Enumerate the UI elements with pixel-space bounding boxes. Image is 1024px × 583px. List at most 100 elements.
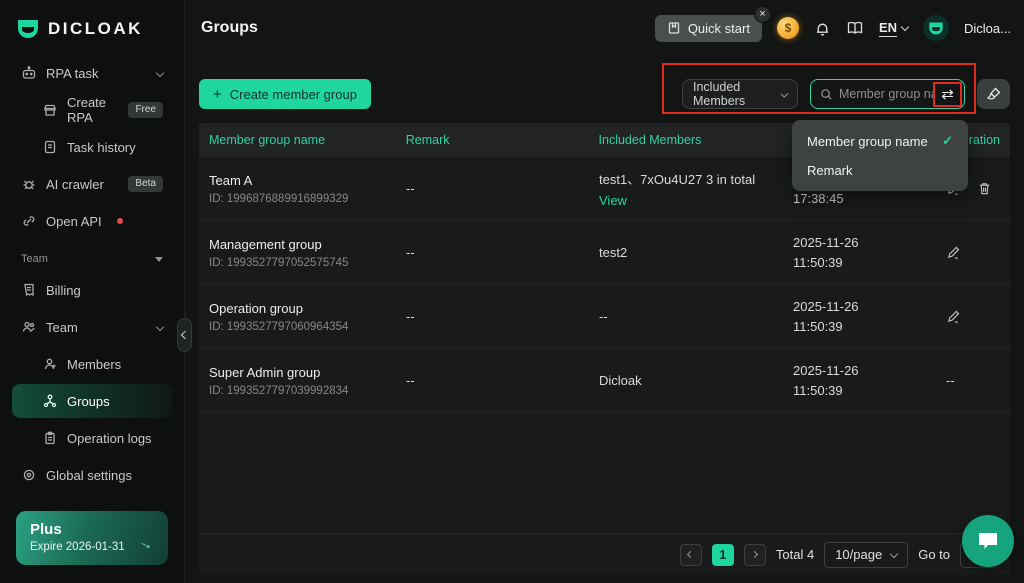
members-cell: --: [599, 309, 608, 324]
sidebar-item-billing[interactable]: Billing: [12, 273, 172, 307]
docs-book-icon[interactable]: [846, 20, 864, 36]
clipboard-icon: [42, 430, 58, 446]
sidebar-nav: RPA task Create RPA Free Task history AI…: [0, 56, 184, 511]
sidebar-item-label: Billing: [46, 282, 81, 298]
creation-time: 11:50:39: [793, 255, 843, 270]
sidebar-item-ai-crawler[interactable]: AI crawler Beta: [12, 167, 172, 201]
guide-book-icon: [667, 21, 681, 35]
members-cell: test1、7xOu4U27 3 in total: [599, 172, 756, 187]
dropdown-item-member-group-name[interactable]: Member group name ✓: [792, 126, 968, 156]
search-icon: [820, 88, 833, 101]
caret-down-icon: [155, 256, 163, 262]
avatar[interactable]: [923, 15, 949, 41]
creation-date: 2025-11-26: [793, 235, 859, 250]
sidebar-item-label: Team: [46, 319, 78, 335]
edit-pencil-icon[interactable]: [946, 309, 961, 324]
page-size-select[interactable]: 10/page: [824, 541, 909, 568]
next-page-button[interactable]: [743, 543, 766, 566]
col-remark: Remark: [396, 133, 589, 147]
sidebar: DICLOAK RPA task Create RPA Free Task hi…: [0, 0, 192, 583]
sidebar-item-label: Operation logs: [67, 430, 152, 446]
sidebar-item-label: Task history: [67, 139, 136, 155]
create-button-label: Create member group: [229, 86, 357, 102]
groups-hierarchy-icon: [42, 393, 58, 409]
coin-icon[interactable]: $: [776, 17, 799, 39]
creation-time: 11:50:39: [793, 319, 843, 334]
sidebar-item-members[interactable]: Members: [12, 347, 172, 381]
language-selector[interactable]: EN: [878, 19, 910, 37]
link-icon: [21, 213, 37, 229]
app-root: DICLOAK RPA task Create RPA Free Task hi…: [0, 0, 1024, 583]
search-field-dropdown: Member group name ✓ Remark: [792, 120, 968, 191]
sidebar-item-open-api[interactable]: Open API: [12, 204, 172, 238]
chevron-down-icon: [900, 22, 910, 32]
free-badge: Free: [128, 102, 163, 118]
sidebar-item-groups[interactable]: Groups: [12, 384, 172, 418]
prev-page-button[interactable]: [679, 543, 702, 566]
beta-badge: Beta: [128, 176, 163, 192]
sidebar-item-rpa-task[interactable]: RPA task: [12, 56, 172, 90]
billing-receipt-icon: [21, 282, 37, 298]
page-size-value: 10/page: [835, 547, 883, 562]
robot-icon: [21, 65, 37, 81]
chevron-down-icon: [155, 68, 165, 78]
close-icon[interactable]: ×: [753, 5, 771, 23]
dropdown-item-remark[interactable]: Remark: [792, 156, 968, 185]
remark-cell: --: [406, 245, 415, 260]
delete-trash-icon[interactable]: [977, 181, 992, 196]
total-count: Total 4: [775, 547, 815, 562]
sidebar-item-global-settings[interactable]: Global settings: [12, 458, 172, 492]
document-icon: [42, 139, 58, 155]
creation-time: 17:38:45: [793, 191, 844, 206]
group-id: ID: 1993527797052575745: [209, 256, 349, 269]
included-members-select[interactable]: Included Members: [682, 79, 798, 109]
sidebar-item-task-history[interactable]: Task history: [12, 130, 172, 164]
group-name: Management group: [209, 236, 322, 252]
plus-icon: +: [213, 85, 222, 103]
sidebar-item-label: Global settings: [46, 467, 132, 483]
swap-glyph: ⇄: [941, 86, 954, 103]
dropdown-item-label: Remark: [807, 163, 853, 178]
brand-logo[interactable]: DICLOAK: [0, 14, 184, 56]
group-id: ID: 1996876889916899329: [209, 192, 349, 205]
main-header: Groups Quick start × $ EN Dicloa...: [185, 0, 1024, 56]
group-id: ID: 1993527797039992834: [209, 384, 349, 397]
crawler-bug-icon: [21, 176, 37, 192]
members-cell: test2: [599, 245, 628, 260]
creation-date: 2025-11-26: [793, 363, 859, 378]
header-actions: Quick start × $ EN Dicloa...: [654, 5, 1011, 42]
search-input[interactable]: [839, 87, 934, 101]
sidebar-item-create-rpa[interactable]: Create RPA Free: [12, 93, 172, 127]
language-value: EN: [878, 19, 897, 37]
quick-start-button[interactable]: Quick start ×: [654, 5, 771, 42]
chevron-left-icon: [687, 550, 695, 559]
filter-group: Included Members ⇄: [662, 63, 976, 114]
sidebar-item-label: Groups: [67, 393, 110, 409]
group-name: Super Admin group: [209, 364, 321, 380]
page-number[interactable]: 1: [711, 543, 734, 566]
plan-card[interactable]: Plus Expire 2026-01-31 →: [16, 511, 168, 565]
sidebar-item-operation-logs[interactable]: Operation logs: [12, 421, 172, 455]
team-section-label[interactable]: Team: [12, 241, 172, 273]
sidebar-item-team[interactable]: Team: [12, 310, 172, 344]
toolbar: + Create member group Included Members M…: [199, 63, 1010, 114]
table-empty-space: [199, 413, 1010, 533]
create-member-group-button[interactable]: + Create member group: [199, 79, 371, 109]
edit-pencil-icon[interactable]: [946, 245, 961, 260]
view-link[interactable]: View: [599, 193, 627, 208]
chat-bubble-button[interactable]: [962, 515, 1014, 567]
page-title: Groups: [201, 19, 258, 36]
brand-name: DICLOAK: [48, 19, 143, 38]
table-row: Management group ID: 1993527797052575745…: [199, 221, 1010, 285]
clear-filter-brush-button[interactable]: [977, 79, 1010, 109]
search-box: ⇄: [810, 79, 965, 109]
members-cell: Dicloak: [599, 373, 642, 388]
notification-dot: [116, 218, 123, 224]
table-row: Operation group ID: 1993527797060964354 …: [199, 285, 1010, 349]
group-name: Team A: [209, 172, 253, 188]
chevron-left-icon: [180, 330, 189, 340]
sidebar-collapse-handle[interactable]: [177, 318, 192, 352]
bell-icon[interactable]: [814, 20, 831, 37]
account-name[interactable]: Dicloa...: [964, 21, 1011, 36]
swap-field-icon[interactable]: ⇄: [933, 81, 962, 107]
